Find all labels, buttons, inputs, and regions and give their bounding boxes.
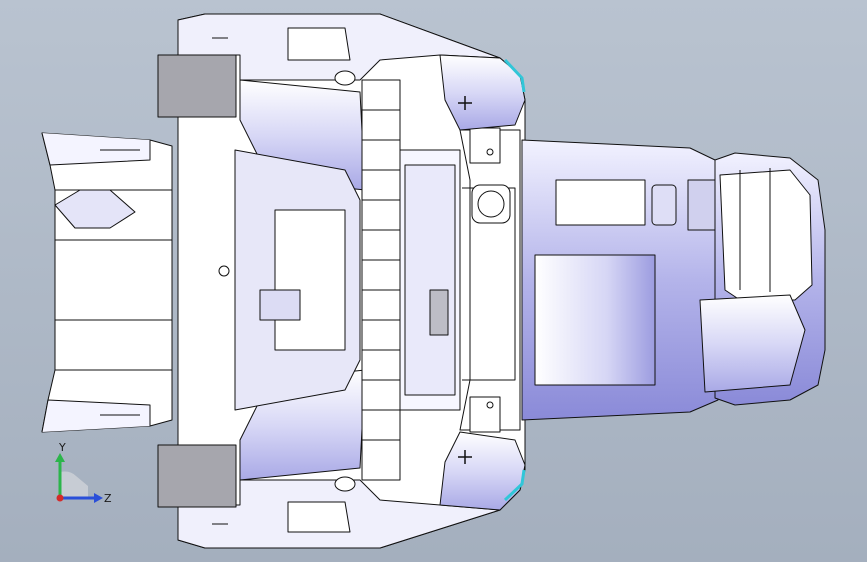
z-axis-label: Z [104,492,112,505]
rear-cap-part[interactable] [699,152,826,406]
axis-triad: Y Z [55,441,112,505]
cad-model[interactable] [41,13,826,549]
y-axis-arrowhead [55,453,65,462]
left-tray-part[interactable] [41,132,173,433]
cad-viewport[interactable] [0,0,867,562]
x-axis-dot [56,494,64,502]
rear-box-part[interactable] [521,139,719,421]
triad-origin [60,471,88,498]
z-axis-arrowhead [94,493,103,503]
y-axis-label: Y [58,441,66,454]
